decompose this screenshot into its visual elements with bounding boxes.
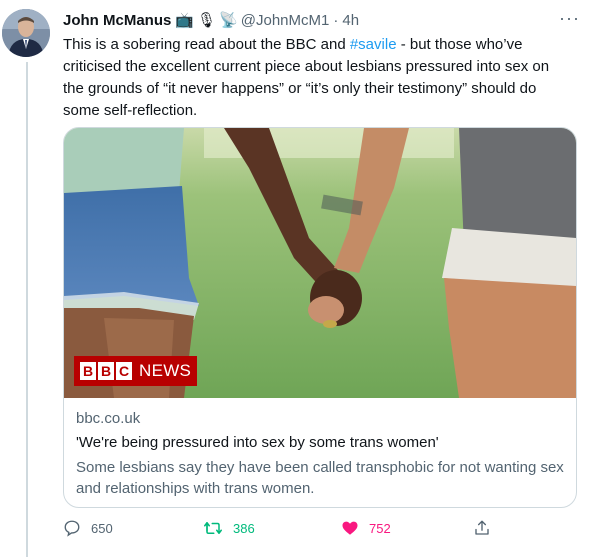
- card-domain: bbc.co.uk: [76, 410, 141, 427]
- like-button[interactable]: 752: [341, 519, 391, 537]
- tweet-text: This is a sobering read about the BBC an…: [63, 34, 563, 122]
- hashtag-link[interactable]: #savile: [350, 36, 397, 53]
- more-icon[interactable]: ···: [559, 9, 580, 27]
- avatar-image: [2, 9, 50, 57]
- reply-count: 650: [91, 520, 113, 536]
- share-button[interactable]: [473, 519, 501, 537]
- bbc-logo: B B C: [80, 362, 134, 380]
- card-body: bbc.co.uk 'We're being pressured into se…: [76, 398, 564, 507]
- retweet-icon: [204, 522, 222, 534]
- retweet-count: 386: [233, 520, 255, 536]
- bbc-news-badge: B B C NEWS: [74, 356, 198, 386]
- thread-line: [26, 62, 28, 557]
- bbc-letter-c: C: [116, 362, 132, 380]
- like-count: 752: [369, 520, 391, 536]
- tweet-time[interactable]: 4h: [342, 12, 359, 29]
- reply-icon: [64, 520, 80, 537]
- bbc-letter-b2: B: [98, 362, 114, 380]
- card-title[interactable]: 'We're being pressured into sex by some …: [76, 434, 439, 451]
- satellite-emoji: 📡: [219, 12, 238, 29]
- share-icon: [475, 520, 489, 535]
- link-preview-card[interactable]: B B C NEWS bbc.co.uk 'We're being pressu…: [63, 127, 577, 508]
- author-name[interactable]: John McManus: [63, 12, 171, 29]
- reply-button[interactable]: 650: [63, 519, 113, 537]
- bbc-news-label: NEWS: [139, 361, 192, 380]
- tweet-header: John McManus 📺 🎙 📡 @JohnMcM1 · 4h ···: [63, 9, 580, 31]
- tv-emoji: 📺: [175, 12, 195, 29]
- card-image: B B C NEWS: [64, 128, 576, 398]
- card-description: Some lesbians say they have been called …: [76, 459, 564, 497]
- tweet-text-before: This is a sobering read about the BBC an…: [63, 36, 350, 53]
- author-handle[interactable]: @JohnMcM1: [241, 12, 330, 29]
- retweet-button[interactable]: 386: [203, 519, 255, 537]
- microphone-emoji: 🎙: [197, 12, 217, 29]
- separator-dot: ·: [333, 11, 339, 29]
- action-bar: 650 386 752: [63, 519, 503, 541]
- avatar[interactable]: [2, 9, 50, 57]
- bbc-letter-b1: B: [80, 362, 96, 380]
- heart-icon: [342, 521, 358, 535]
